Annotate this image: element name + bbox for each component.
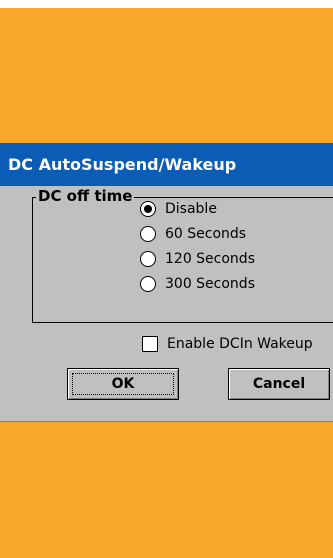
radio-button[interactable] — [140, 251, 156, 267]
dialog-title: DC AutoSuspend/Wakeup — [0, 143, 333, 186]
radio-button[interactable] — [140, 226, 156, 242]
ok-button[interactable]: OK — [67, 368, 179, 400]
checkbox-label: Enable DCIn Wakeup — [167, 336, 313, 352]
radio-button[interactable] — [140, 201, 156, 217]
radio-120-seconds[interactable]: 120 Seconds — [140, 249, 255, 269]
radio-label: 120 Seconds — [165, 251, 255, 267]
focus-rect — [72, 373, 174, 395]
radio-label: 300 Seconds — [165, 276, 255, 292]
radio-60-seconds[interactable]: 60 Seconds — [140, 224, 246, 244]
radio-label: Disable — [165, 201, 217, 217]
radio-300-seconds[interactable]: 300 Seconds — [140, 274, 255, 294]
dc-autosuspend-dialog: DC AutoSuspend/Wakeup DC off time Disabl… — [0, 143, 333, 422]
cancel-button[interactable]: Cancel — [228, 368, 330, 400]
radio-button[interactable] — [140, 276, 156, 292]
radio-label: 60 Seconds — [165, 226, 247, 242]
cancel-label: Cancel — [252, 376, 306, 392]
enable-dcin-wakeup-checkbox[interactable]: Enable DCIn Wakeup — [142, 334, 313, 354]
checkbox-box[interactable] — [142, 336, 158, 352]
top-strip — [0, 0, 333, 8]
group-label: DC off time — [36, 187, 135, 205]
radio-disable[interactable]: Disable — [140, 199, 217, 219]
